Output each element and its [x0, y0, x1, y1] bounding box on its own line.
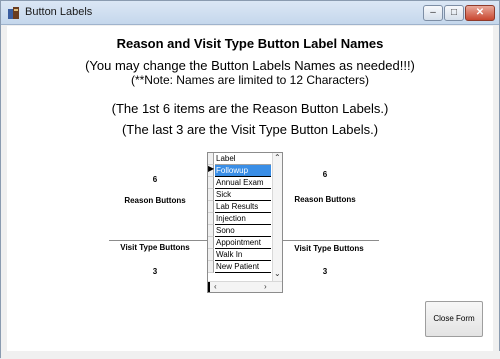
row-selector[interactable] [208, 201, 214, 213]
scroll-up-icon[interactable]: ⌃ [274, 153, 281, 162]
grid-row-0[interactable]: Followup [215, 165, 271, 177]
row-selector[interactable] [208, 189, 214, 201]
window-title: Button Labels [25, 6, 93, 18]
close-window-button[interactable]: ✕ [465, 5, 495, 21]
scroll-left-icon[interactable]: ‹ [214, 282, 217, 291]
maximize-icon: □ [450, 7, 458, 18]
left-visit-label: Visit Type Buttons [120, 243, 190, 252]
button-labels-window: Button Labels – □ ✕ Reason and Visit Typ… [0, 0, 500, 359]
right-reason-label: Reason Buttons [294, 195, 356, 204]
left-reason-label: Reason Buttons [124, 196, 186, 205]
row-selector[interactable] [208, 261, 214, 273]
maximize-button[interactable]: □ [444, 5, 464, 21]
grid-row-4[interactable]: Injection [215, 213, 271, 225]
instruction-line-3: (The 1st 6 items are the Reason Button L… [111, 101, 389, 116]
row-pointer-icon: ▶ [208, 164, 215, 173]
scroll-right-icon[interactable]: › [264, 282, 267, 291]
right-visit-count: 3 [322, 267, 328, 276]
right-divider [283, 240, 379, 241]
row-selector[interactable] [208, 177, 214, 189]
grid-row-3[interactable]: Lab Results [215, 201, 271, 213]
instruction-line-2: (**Note: Names are limited to 12 Charact… [130, 73, 370, 87]
left-divider [109, 240, 207, 241]
horizontal-scrollbar[interactable]: ‹ › [208, 281, 282, 292]
scroll-down-icon[interactable]: ⌄ [274, 269, 281, 278]
left-visit-count: 3 [152, 267, 158, 276]
instruction-line-4: (The last 3 are the Visit Type Button La… [121, 122, 379, 137]
grid-row-5[interactable]: Sono [215, 225, 271, 237]
grid-row-6[interactable]: Appointment [215, 237, 271, 249]
minimize-button[interactable]: – [423, 5, 443, 21]
row-selector[interactable] [208, 225, 214, 237]
title-bar[interactable]: Button Labels – □ ✕ [1, 1, 499, 25]
close-form-button[interactable]: Close Form [425, 301, 483, 337]
scroll-thumb[interactable] [208, 282, 210, 292]
row-selector[interactable]: ▶ [208, 164, 215, 177]
instruction-line-1: (You may change the Button Labels Names … [85, 58, 415, 73]
form-content: Reason and Visit Type Button Label Names… [7, 26, 493, 351]
grid-header-label[interactable]: Label [215, 153, 271, 165]
grid-row-8[interactable]: New Patient [215, 261, 271, 273]
minimize-icon: – [430, 7, 436, 18]
grid-row-7[interactable]: Walk In [215, 249, 271, 261]
app-icon [8, 7, 19, 19]
row-selector[interactable] [208, 213, 214, 225]
row-selector[interactable] [208, 249, 214, 261]
labels-grid[interactable]: Label ▶ Followup Annual Exam Sick Lab Re… [207, 152, 283, 293]
right-visit-label: Visit Type Buttons [294, 244, 364, 253]
form-title: Reason and Visit Type Button Label Names [116, 36, 384, 51]
row-selector[interactable] [208, 237, 214, 249]
close-icon: ✕ [475, 7, 485, 18]
left-reason-count: 6 [152, 175, 158, 184]
right-reason-count: 6 [322, 170, 328, 179]
grid-row-2[interactable]: Sick [215, 189, 271, 201]
vertical-scrollbar[interactable]: ⌃ ⌄ [272, 153, 282, 281]
grid-row-1[interactable]: Annual Exam [215, 177, 271, 189]
